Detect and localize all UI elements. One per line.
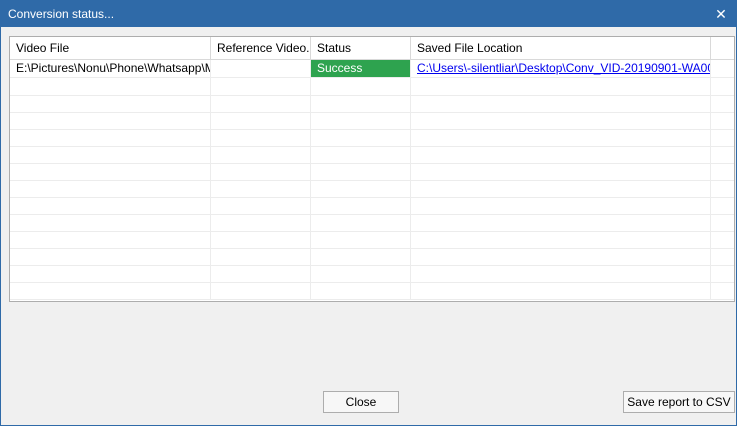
empty-cell bbox=[711, 248, 734, 265]
empty-cell bbox=[711, 265, 734, 282]
title-bar: Conversion status... ✕ bbox=[1, 1, 736, 27]
empty-cell bbox=[10, 265, 211, 282]
empty-cell bbox=[411, 248, 711, 265]
empty-cell bbox=[711, 282, 734, 299]
empty-cell bbox=[211, 248, 311, 265]
empty-cell bbox=[211, 265, 311, 282]
empty-cell bbox=[311, 163, 411, 180]
empty-row bbox=[10, 265, 734, 283]
empty-cell bbox=[311, 129, 411, 146]
empty-cell bbox=[411, 129, 711, 146]
saved-file-location-link[interactable]: C:\Users\-silentliar\Desktop\Conv_VID-20… bbox=[411, 60, 711, 77]
empty-cell bbox=[211, 197, 311, 214]
empty-cell bbox=[10, 197, 211, 214]
empty-cell bbox=[411, 180, 711, 197]
grid-header: Video File Reference Video... Status Sav… bbox=[10, 37, 734, 60]
empty-row bbox=[10, 95, 734, 113]
empty-row bbox=[10, 231, 734, 249]
empty-cell bbox=[411, 282, 711, 299]
empty-row bbox=[10, 78, 734, 96]
empty-cell bbox=[211, 112, 311, 129]
empty-row bbox=[10, 180, 734, 198]
column-header-video-file[interactable]: Video File bbox=[10, 37, 211, 59]
empty-cell bbox=[10, 95, 211, 112]
empty-cell bbox=[411, 95, 711, 112]
empty-cell bbox=[411, 265, 711, 282]
empty-cell bbox=[211, 231, 311, 248]
empty-cell bbox=[311, 95, 411, 112]
close-window-icon[interactable]: ✕ bbox=[710, 4, 732, 24]
empty-cell bbox=[711, 231, 734, 248]
empty-cell bbox=[311, 146, 411, 163]
table-row[interactable]: E:\Pictures\Nonu\Phone\Whatsapp\M... Suc… bbox=[10, 60, 734, 78]
empty-cell bbox=[411, 146, 711, 163]
empty-cell bbox=[711, 197, 734, 214]
status-badge: Success bbox=[311, 60, 411, 77]
empty-cell bbox=[311, 78, 411, 95]
empty-cell bbox=[711, 214, 734, 231]
empty-cell bbox=[411, 231, 711, 248]
empty-cell bbox=[311, 282, 411, 299]
empty-cell bbox=[10, 214, 211, 231]
empty-row bbox=[10, 129, 734, 147]
close-button[interactable]: Close bbox=[323, 391, 399, 413]
empty-cell bbox=[711, 112, 734, 129]
empty-row bbox=[10, 146, 734, 164]
empty-cell bbox=[311, 214, 411, 231]
empty-cell bbox=[10, 180, 211, 197]
empty-cell bbox=[211, 282, 311, 299]
empty-row bbox=[10, 197, 734, 215]
empty-cell bbox=[10, 163, 211, 180]
save-report-to-csv-button[interactable]: Save report to CSV bbox=[623, 391, 735, 413]
empty-cell bbox=[311, 197, 411, 214]
empty-row bbox=[10, 282, 734, 300]
empty-cell bbox=[10, 78, 211, 95]
empty-cell bbox=[711, 146, 734, 163]
empty-cell bbox=[411, 112, 711, 129]
empty-row bbox=[10, 214, 734, 232]
empty-row bbox=[10, 112, 734, 130]
empty-cell bbox=[411, 214, 711, 231]
empty-cell bbox=[211, 95, 311, 112]
empty-cell bbox=[711, 163, 734, 180]
window-title: Conversion status... bbox=[8, 7, 115, 21]
empty-cell bbox=[211, 214, 311, 231]
empty-row bbox=[10, 248, 734, 266]
empty-cell bbox=[10, 282, 211, 299]
empty-cell bbox=[711, 78, 734, 95]
empty-cell bbox=[211, 129, 311, 146]
empty-cell bbox=[411, 163, 711, 180]
conversion-results-grid[interactable]: Video File Reference Video... Status Sav… bbox=[9, 36, 735, 302]
empty-cell bbox=[711, 180, 734, 197]
empty-cell bbox=[10, 112, 211, 129]
empty-cell bbox=[10, 129, 211, 146]
empty-cell bbox=[311, 231, 411, 248]
empty-cell bbox=[711, 129, 734, 146]
empty-cell bbox=[311, 265, 411, 282]
empty-cell bbox=[311, 180, 411, 197]
empty-cell bbox=[10, 231, 211, 248]
column-header-saved-file-location[interactable]: Saved File Location bbox=[411, 37, 711, 59]
empty-row bbox=[10, 163, 734, 181]
empty-cell bbox=[411, 197, 711, 214]
cell-video-file: E:\Pictures\Nonu\Phone\Whatsapp\M... bbox=[10, 60, 211, 77]
empty-cell bbox=[211, 163, 311, 180]
empty-cell bbox=[311, 112, 411, 129]
column-header-spacer bbox=[711, 37, 734, 59]
column-header-status[interactable]: Status bbox=[311, 37, 411, 59]
column-header-reference-video[interactable]: Reference Video... bbox=[211, 37, 311, 59]
cell-spacer bbox=[711, 60, 734, 77]
empty-cell bbox=[711, 95, 734, 112]
empty-cell bbox=[10, 248, 211, 265]
empty-cell bbox=[10, 146, 211, 163]
empty-cell bbox=[211, 146, 311, 163]
empty-cell bbox=[411, 78, 711, 95]
empty-cell bbox=[211, 78, 311, 95]
empty-cell bbox=[211, 180, 311, 197]
empty-cell bbox=[311, 248, 411, 265]
cell-reference-video bbox=[211, 60, 311, 77]
conversion-status-dialog: Conversion status... ✕ Video File Refere… bbox=[0, 0, 737, 426]
